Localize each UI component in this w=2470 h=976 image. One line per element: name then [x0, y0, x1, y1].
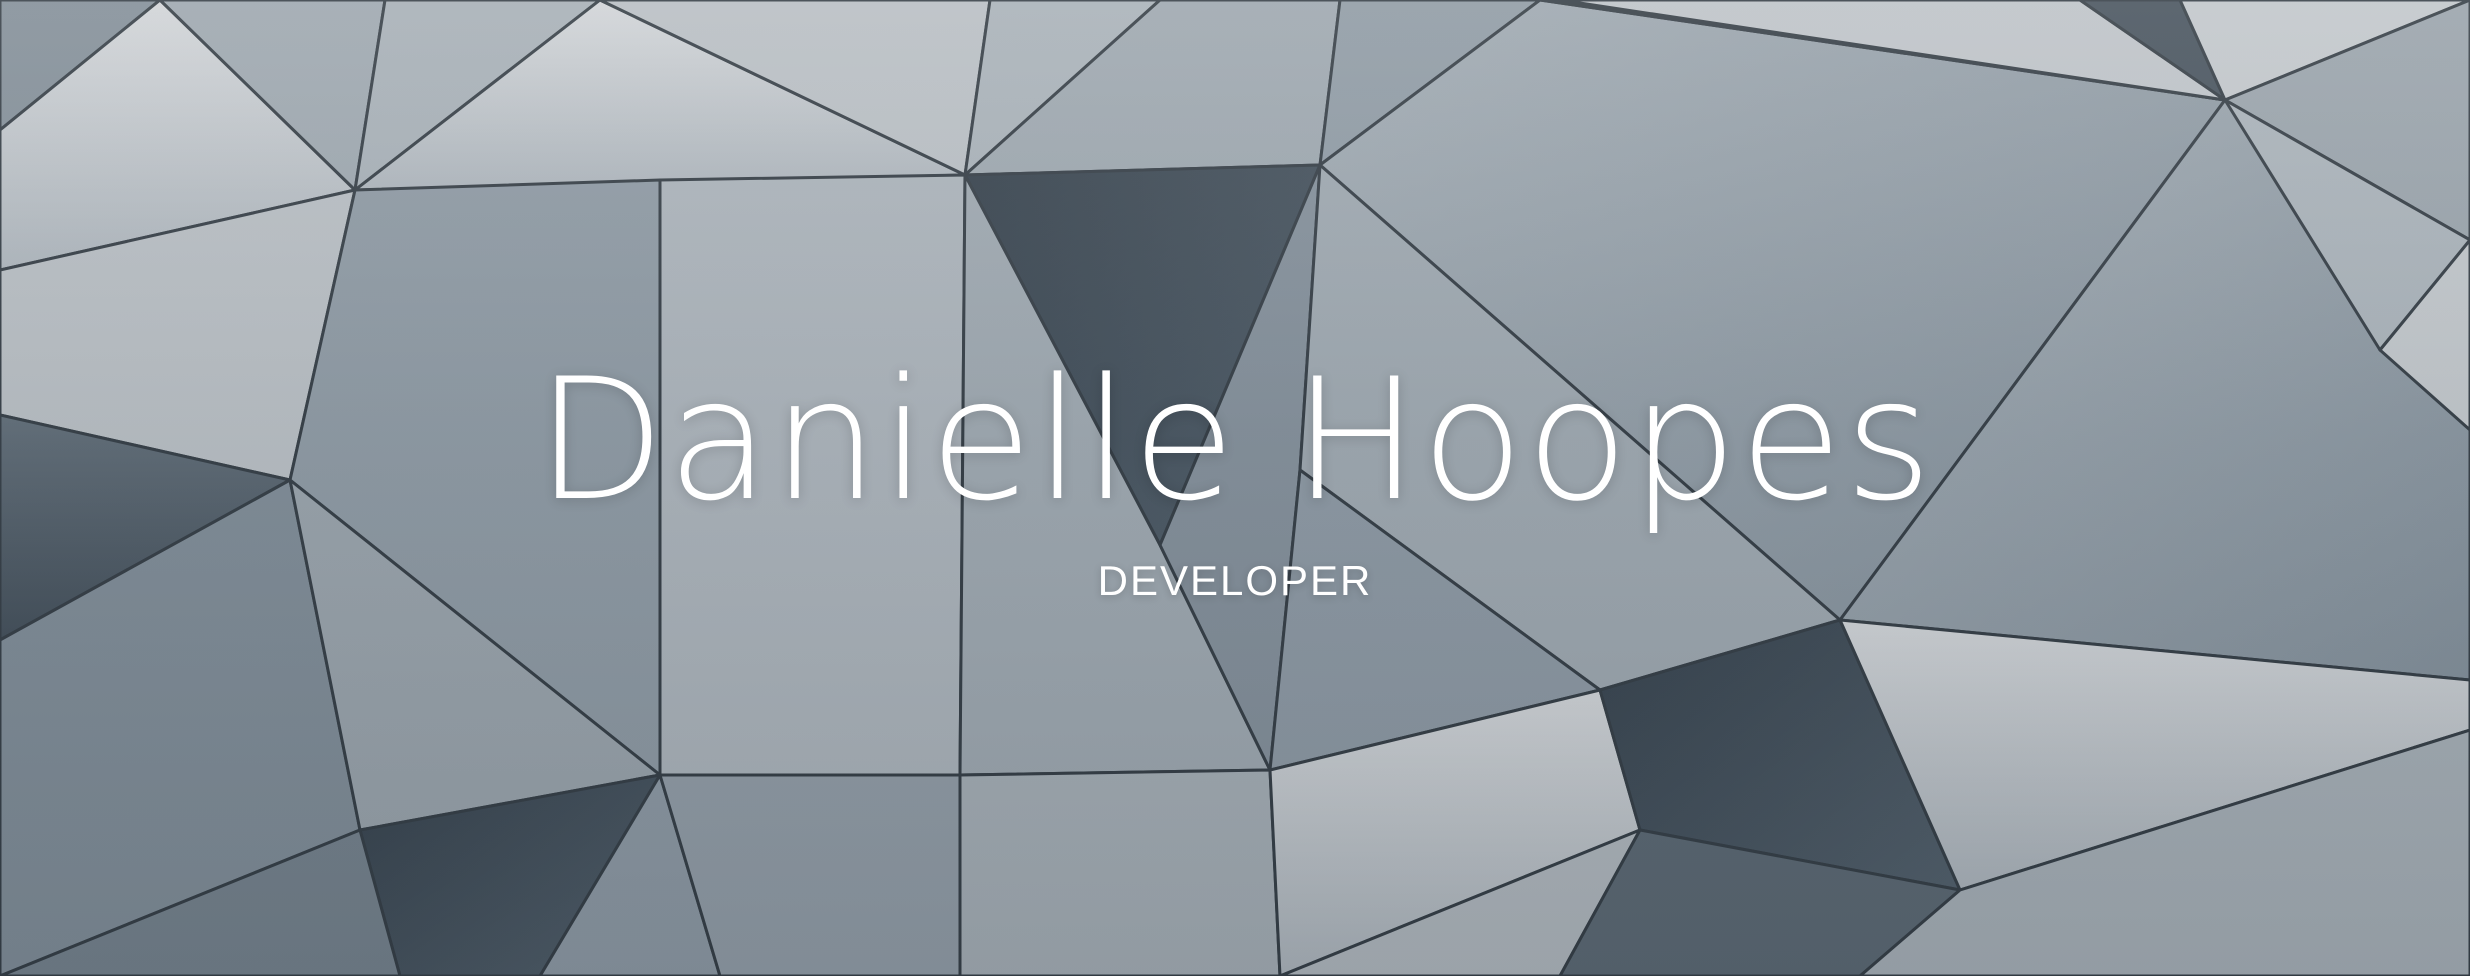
hero-name: Danielle Hoopes [535, 342, 1935, 538]
hero-text-block: Danielle Hoopes DEVELOPER [0, 340, 2470, 606]
hero-section: Danielle Hoopes DEVELOPER [0, 0, 2470, 976]
hero-role: DEVELOPER [1097, 557, 1373, 604]
